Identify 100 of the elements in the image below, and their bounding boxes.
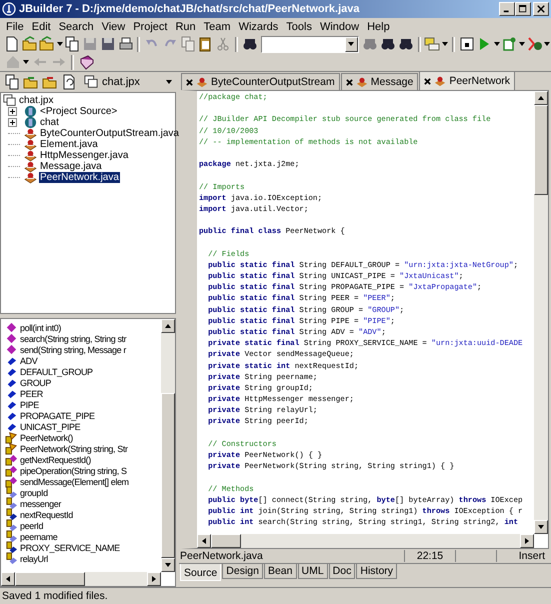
java-file-icon — [434, 75, 446, 87]
dropdown-arrow-icon — [348, 42, 354, 46]
menu-item[interactable]: Wizards — [234, 20, 282, 32]
close-icon — [537, 5, 545, 13]
left-arrow-icon[interactable] — [202, 538, 206, 544]
java-file-icon — [24, 171, 37, 184]
right-arrow-icon[interactable] — [152, 576, 156, 582]
menu-item[interactable]: Help — [363, 20, 394, 32]
scroll-thumb[interactable] — [534, 105, 548, 195]
view-tab[interactable]: Bean — [264, 564, 296, 579]
view-tab[interactable]: Source — [180, 564, 222, 581]
menu-item[interactable]: Window — [316, 20, 364, 32]
file-name-label: PeerNetwork.java — [179, 550, 264, 562]
scroll-thumb[interactable] — [161, 393, 175, 558]
structure-item[interactable]: poll(int int0) — [20, 322, 61, 332]
view-tab[interactable]: Doc — [328, 564, 356, 579]
menu-item[interactable]: File — [2, 20, 28, 32]
view-tab[interactable]: History — [356, 564, 398, 579]
open-folder-icon[interactable] — [38, 35, 56, 53]
maximize-button[interactable] — [515, 2, 531, 16]
constructor-icon — [5, 442, 18, 455]
menu-item[interactable]: Tools — [282, 20, 316, 32]
horizontal-scrollbar[interactable] — [1, 572, 161, 586]
vertical-scrollbar[interactable] — [534, 91, 548, 534]
down-arrow-icon[interactable] — [538, 525, 544, 529]
tree-item[interactable]: Element.java — [39, 139, 99, 150]
menu-item[interactable]: Search — [54, 20, 98, 32]
private-field-icon — [5, 508, 18, 521]
left-arrow-icon[interactable] — [6, 576, 10, 582]
close-icon[interactable] — [186, 78, 193, 86]
menu-item[interactable]: Team — [200, 20, 235, 32]
private-field-icon — [5, 552, 18, 565]
structure-item[interactable]: UNICAST_PIPE — [20, 422, 80, 432]
tree-item[interactable]: PeerNetwork.java — [39, 172, 120, 183]
tree-item[interactable]: HttpMessenger.java — [39, 150, 130, 161]
expand-toggle[interactable] — [8, 118, 17, 127]
project-icon — [84, 75, 98, 89]
minimize-button[interactable] — [499, 2, 515, 16]
structure-item[interactable]: search(String string, String str — [20, 334, 126, 344]
structure-item[interactable]: nextRequestId — [20, 510, 73, 520]
view-tab[interactable]: UML — [298, 564, 328, 579]
scroll-thumb[interactable] — [211, 534, 241, 548]
copy-window-icon[interactable] — [64, 35, 82, 53]
constructor-icon — [5, 431, 18, 444]
private-method-icon — [5, 453, 18, 466]
scroll-thumb[interactable] — [15, 572, 85, 586]
java-file-icon — [24, 138, 37, 151]
tree-item[interactable]: chat — [39, 117, 60, 128]
right-arrow-icon[interactable] — [525, 538, 529, 544]
editor-tab[interactable]: Message — [340, 73, 418, 90]
menu-item[interactable]: View — [98, 20, 130, 32]
structure-item[interactable]: PROXY_SERVICE_NAME — [20, 542, 120, 552]
editor-tab[interactable]: ByteCounterOutputStream — [181, 73, 340, 90]
menu-item[interactable]: Edit — [28, 20, 55, 32]
structure-item[interactable]: getNextRequestId() — [20, 454, 91, 464]
up-arrow-icon[interactable] — [538, 96, 544, 100]
structure-item[interactable]: PIPE — [20, 400, 39, 410]
structure-item[interactable]: messenger — [20, 498, 61, 508]
structure-item[interactable]: PEER — [20, 388, 43, 398]
structure-item[interactable]: relayUrl — [20, 554, 48, 564]
code-editor[interactable] — [181, 90, 549, 549]
method-icon — [5, 321, 18, 334]
java-file-icon — [356, 76, 368, 88]
expand-toggle[interactable] — [8, 107, 17, 116]
method-icon — [5, 343, 18, 356]
tree-item[interactable]: chat.jpx — [18, 95, 54, 106]
structure-item[interactable]: groupId — [20, 488, 48, 498]
private-field-icon — [5, 497, 18, 510]
structure-item[interactable]: PeerNetwork(String string, Str — [20, 444, 128, 454]
down-arrow-icon[interactable] — [165, 563, 171, 567]
vertical-scrollbar[interactable] — [161, 319, 175, 572]
structure-item[interactable]: PeerNetwork() — [20, 432, 73, 442]
structure-item[interactable]: sendMessage(Element[] elem — [20, 476, 129, 486]
structure-item[interactable]: peerId — [20, 520, 44, 530]
structure-item[interactable]: peername — [20, 532, 58, 542]
menu-item[interactable]: Run — [171, 20, 200, 32]
horizontal-scrollbar[interactable] — [197, 534, 534, 548]
up-arrow-icon[interactable] — [165, 324, 171, 328]
package-icon — [24, 105, 37, 118]
close-icon[interactable] — [424, 78, 432, 84]
close-icon[interactable] — [346, 78, 353, 86]
open-folder-icon[interactable] — [20, 35, 38, 53]
private-method-icon — [5, 464, 18, 477]
search-combo-box[interactable] — [261, 36, 359, 52]
view-tab[interactable]: Design — [222, 564, 263, 579]
tree-item[interactable]: Message.java — [39, 161, 103, 172]
editor-tab[interactable]: PeerNetwork — [419, 71, 516, 90]
structure-item[interactable]: DEFAULT_GROUP — [20, 366, 93, 376]
tree-item[interactable]: <Project Source> — [39, 106, 118, 117]
structure-item[interactable]: send(String string, Message r — [20, 344, 126, 354]
structure-item[interactable]: GROUP — [20, 378, 52, 388]
structure-item[interactable]: ADV — [20, 356, 38, 366]
close-button[interactable] — [533, 2, 549, 16]
structure-item[interactable]: PROPAGATE_PIPE — [20, 410, 95, 420]
dropdown-arrow-icon — [166, 80, 172, 84]
private-field-icon — [5, 486, 18, 499]
menu-item[interactable]: Project — [129, 20, 172, 32]
structure-item[interactable]: pipeOperation(String string, S — [20, 466, 127, 476]
tree-item[interactable]: ByteCounterOutputStream.java — [39, 128, 180, 139]
project-dropdown[interactable]: chat.jpx — [84, 74, 176, 90]
